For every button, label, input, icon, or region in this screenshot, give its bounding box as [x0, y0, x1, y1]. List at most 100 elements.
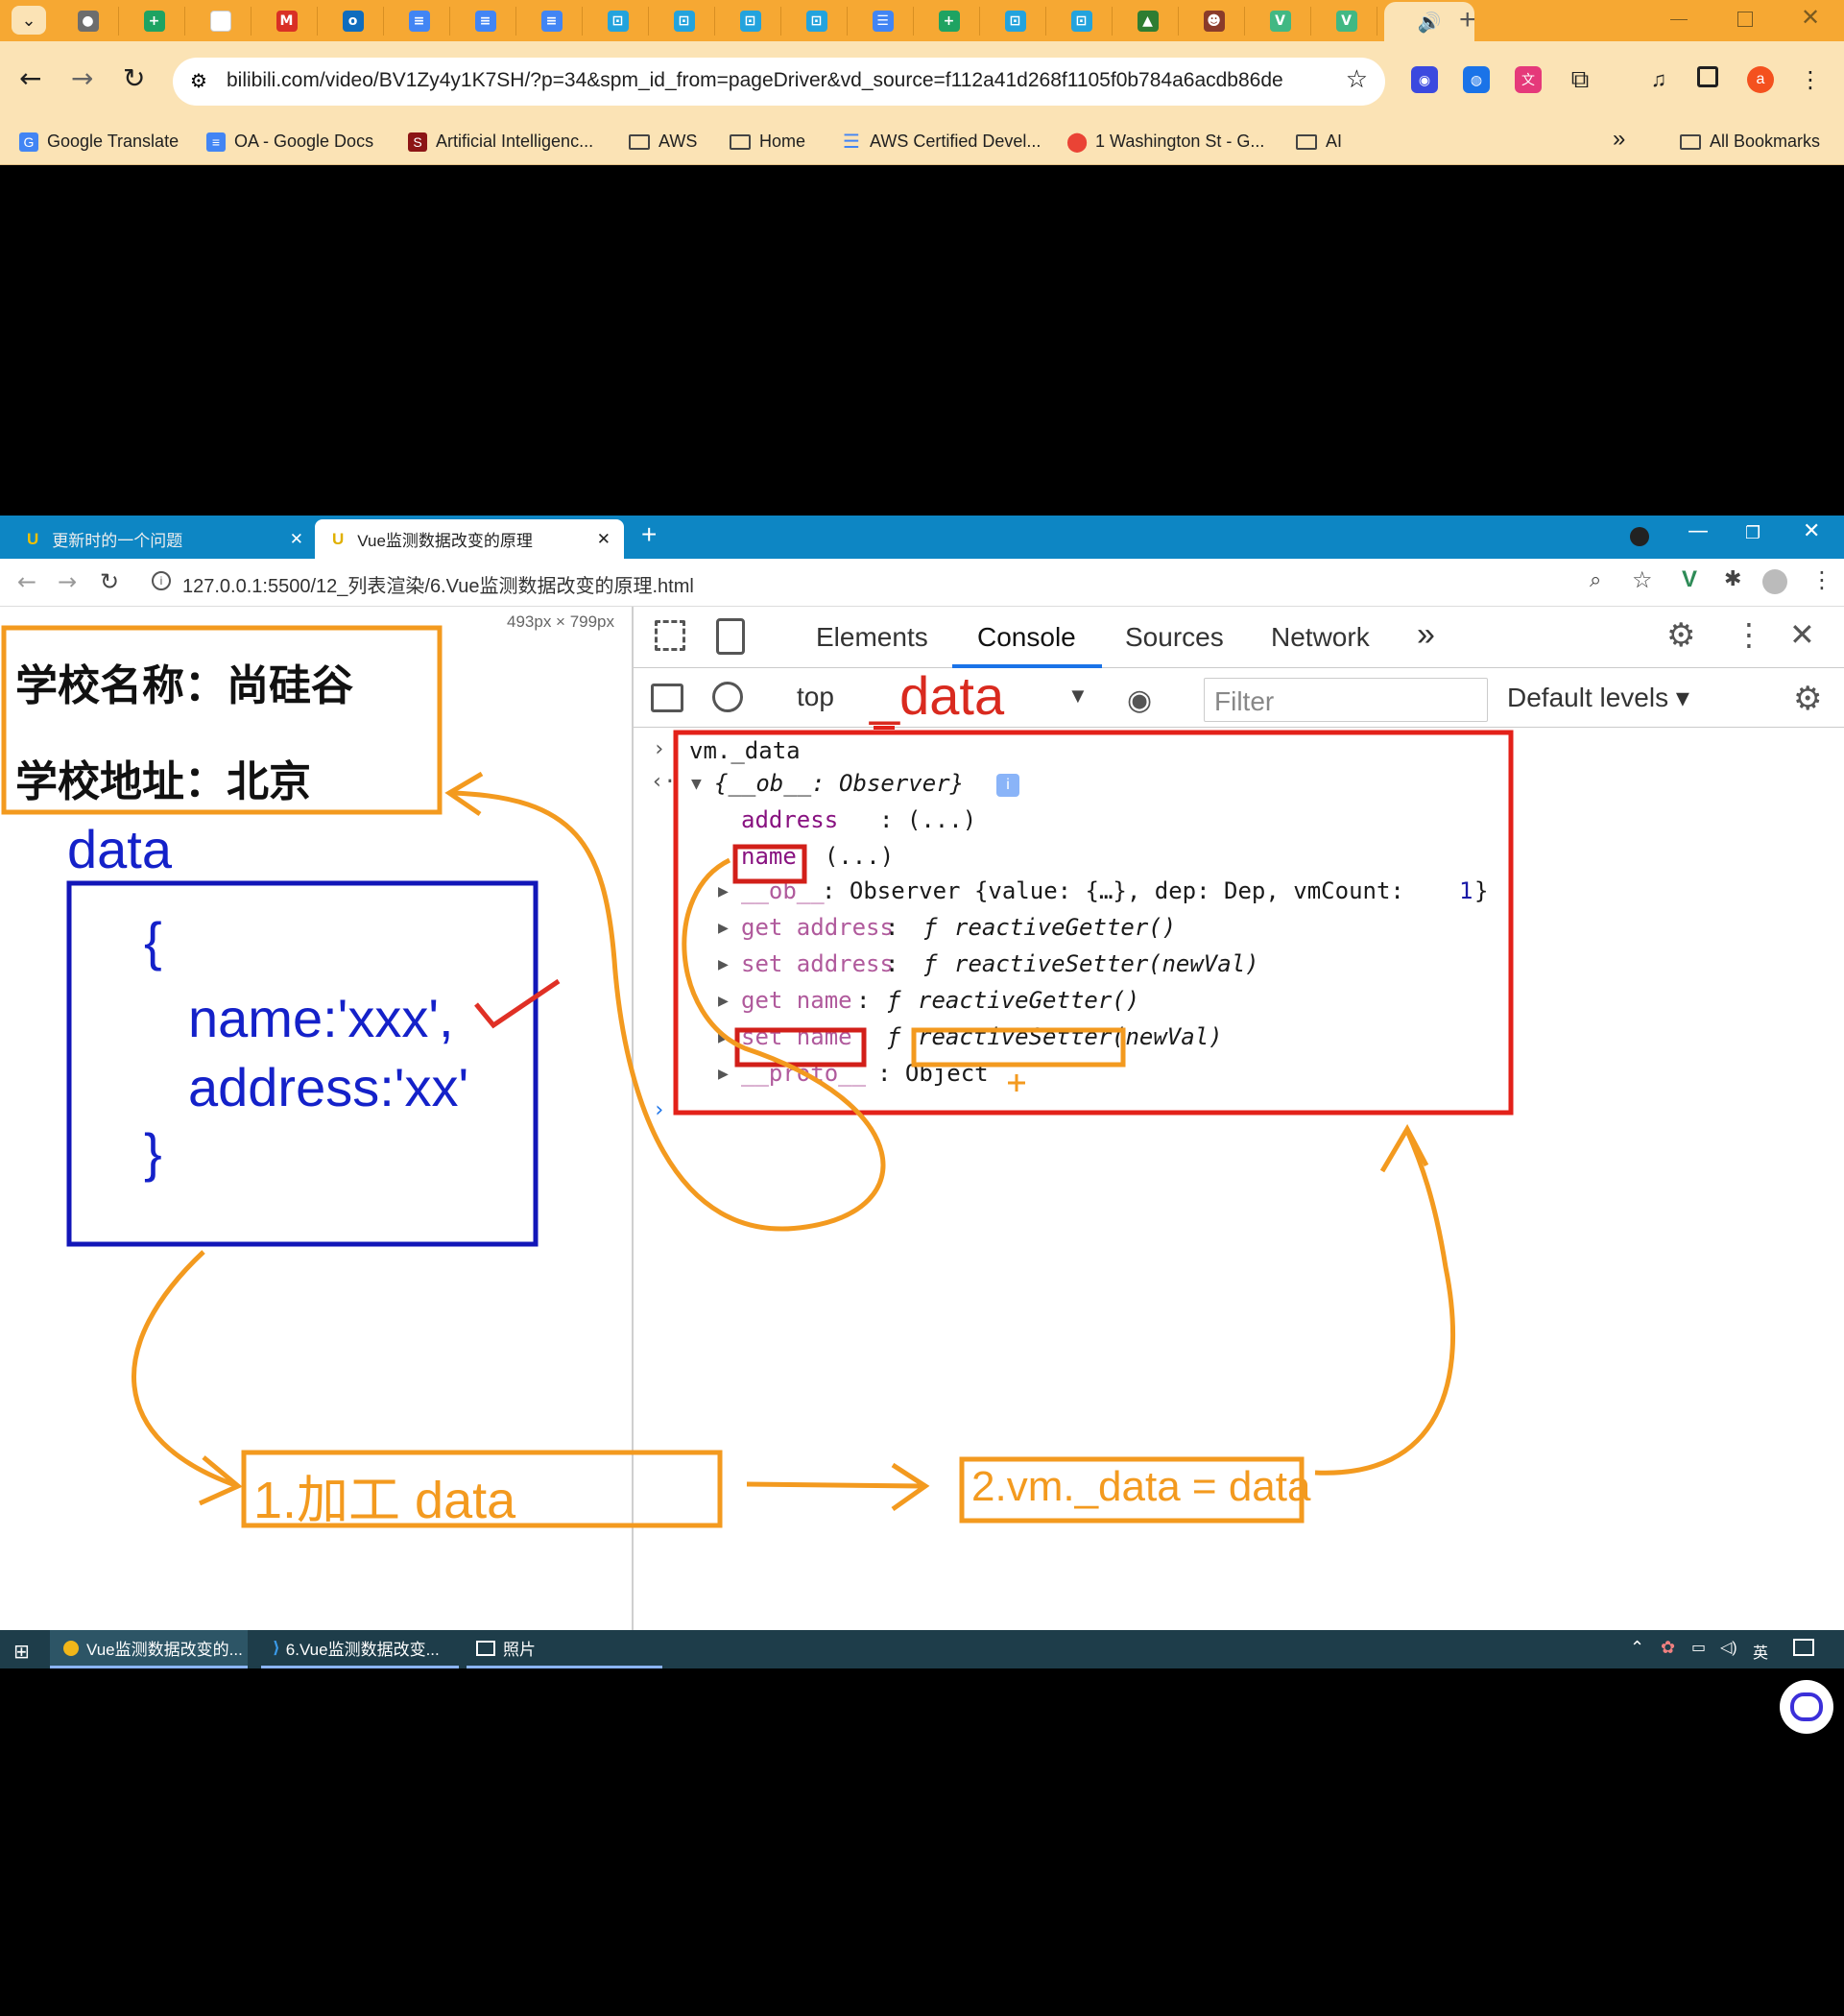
outer-tab[interactable]: +	[124, 7, 185, 36]
tray-app-icon[interactable]: ✿	[1661, 1638, 1675, 1658]
default-levels-dropdown[interactable]: Default levels ▾	[1507, 682, 1689, 713]
address-bar[interactable]: ⚙ bilibili.com/video/BV1Zy4y1K7SH/?p=34&…	[173, 58, 1385, 106]
inner-new-tab-button[interactable]: +	[641, 519, 657, 550]
expand-triangle[interactable]: ▶	[718, 954, 729, 974]
back-icon[interactable]: ←	[19, 62, 41, 94]
extensions-puzzle-icon[interactable]: ⧉	[1567, 64, 1593, 93]
inner-info-icon[interactable]: i	[152, 571, 171, 590]
volume-icon[interactable]: ◁)	[1720, 1638, 1737, 1657]
taskbar-item-chrome[interactable]: Vue监测数据改变的...	[50, 1630, 248, 1668]
inner-minimize-icon[interactable]: —	[1688, 519, 1709, 543]
expand-triangle[interactable]: ▶	[718, 991, 729, 1011]
outer-tab[interactable]: ⊡	[786, 7, 848, 36]
inner-tab-1[interactable]: U 更新时的一个问题 ✕	[0, 519, 315, 559]
close-devtools-icon[interactable]: ✕	[1789, 616, 1815, 653]
inner-profile-avatar[interactable]	[1762, 569, 1787, 594]
inner-close-icon[interactable]: ✕	[1803, 519, 1820, 543]
outer-tab[interactable]: ⊡	[985, 7, 1046, 36]
minimize-icon[interactable]	[1670, 19, 1688, 20]
taskbar-item-photos[interactable]: 照片	[467, 1630, 662, 1668]
inner-back-icon[interactable]: ←	[17, 568, 36, 595]
inspect-element-icon[interactable]	[655, 620, 685, 651]
inner-profile-icon[interactable]	[1630, 527, 1649, 546]
object-summary[interactable]: {__ob__: Observer}	[714, 770, 964, 797]
zoom-icon[interactable]: ⌕	[1590, 568, 1601, 592]
menu-icon[interactable]: ⋮	[1797, 66, 1824, 93]
bookmark-aws-certified[interactable]: ☰ AWS Certified Devel...	[842, 132, 1041, 153]
taskbar-item-vscode[interactable]: ⟩ 6.Vue监测数据改变...	[261, 1630, 459, 1668]
all-bookmarks[interactable]: All Bookmarks	[1680, 132, 1820, 152]
info-badge-icon[interactable]: i	[996, 774, 1019, 797]
speaker-icon[interactable]: 🔊	[1418, 11, 1442, 34]
vue-devtools-icon[interactable]: V	[1682, 566, 1697, 593]
bookmark-washington[interactable]: ⬤ 1 Washington St - G...	[1066, 132, 1265, 153]
assistant-bubble[interactable]	[1780, 1680, 1833, 1734]
outer-tab[interactable]: V	[1250, 7, 1311, 36]
inner-forward-icon[interactable]: →	[58, 568, 77, 595]
notification-icon[interactable]	[1793, 1639, 1814, 1656]
bookmark-star-icon[interactable]: ☆	[1346, 65, 1368, 94]
outer-tab[interactable]: M	[256, 7, 318, 36]
extension-icon-3[interactable]: 文	[1515, 66, 1542, 93]
outer-tab[interactable]: ≡	[455, 7, 516, 36]
side-panel-icon[interactable]	[1697, 66, 1718, 87]
clear-console-icon[interactable]	[712, 682, 743, 712]
devtools-menu-icon[interactable]: ⋮	[1734, 616, 1764, 653]
extension-icon-1[interactable]: ◉	[1411, 66, 1438, 93]
outer-tab[interactable]: ⊡	[720, 7, 781, 36]
bookmark-aws[interactable]: AWS	[629, 132, 697, 152]
outer-tab[interactable]: ⊡	[1051, 7, 1113, 36]
maximize-icon[interactable]	[1737, 12, 1753, 27]
close-window-icon[interactable]: ✕	[1801, 4, 1820, 32]
outer-tab[interactable]: ●	[58, 7, 119, 36]
settings-gear-icon[interactable]: ⚙	[1666, 616, 1695, 655]
expand-triangle[interactable]: ▶	[718, 1027, 729, 1047]
outer-tab[interactable]: ⊡	[587, 7, 649, 36]
console-settings-icon[interactable]: ⚙	[1793, 680, 1822, 718]
outer-tab[interactable]: ⊡	[654, 7, 715, 36]
inner-extensions-icon[interactable]: ✱	[1724, 567, 1741, 591]
outer-tab[interactable]: ≡	[521, 7, 583, 36]
expand-triangle[interactable]: ▶	[718, 918, 729, 938]
console-prompt-icon[interactable]: ›	[653, 1098, 665, 1122]
live-expression-eye-icon[interactable]: ◉	[1127, 684, 1152, 717]
more-tabs-button[interactable]: »	[1417, 616, 1435, 654]
reload-icon[interactable]: ↻	[123, 62, 145, 94]
outer-tab[interactable]: o	[323, 7, 384, 36]
extension-icon-2[interactable]: ◍	[1463, 66, 1490, 93]
bookmark-google-translate[interactable]: G Google Translate	[19, 132, 179, 152]
tray-chevron-icon[interactable]: ⌃	[1630, 1638, 1644, 1658]
inner-star-icon[interactable]: ☆	[1632, 566, 1653, 593]
inner-tab-2[interactable]: U Vue监测数据改变的原理 ✕	[315, 519, 624, 559]
sidebar-toggle-icon[interactable]	[651, 684, 683, 712]
context-selector[interactable]: top	[797, 682, 834, 712]
expand-triangle[interactable]: ▶	[718, 881, 729, 901]
outer-tab[interactable]: V	[1316, 7, 1377, 36]
bookmark-oa-docs[interactable]: ≡ OA - Google Docs	[206, 132, 373, 152]
tab-elements[interactable]: Elements	[816, 622, 928, 653]
profile-avatar[interactable]: a	[1747, 66, 1774, 93]
inner-restore-icon[interactable]: ❐	[1745, 523, 1760, 543]
outer-tab[interactable]: ☻	[1184, 7, 1245, 36]
prop-name-value[interactable]: : (...)	[797, 843, 894, 870]
outer-tab[interactable]: ☰	[852, 7, 914, 36]
tab-network[interactable]: Network	[1271, 622, 1370, 653]
context-dropdown-icon[interactable]: ▼	[1067, 684, 1089, 708]
tab-search-button[interactable]: ⌄	[12, 6, 46, 35]
close-tab-icon[interactable]: ✕	[597, 530, 611, 549]
bookmarks-overflow-button[interactable]: »	[1613, 126, 1625, 153]
tab-sources[interactable]: Sources	[1125, 622, 1224, 653]
prop-address-value[interactable]: : (...)	[879, 806, 976, 833]
outer-tab[interactable]	[190, 7, 251, 36]
expand-triangle[interactable]: ▶	[718, 1064, 729, 1084]
forward-icon[interactable]: →	[71, 62, 93, 94]
outer-tab[interactable]: ≡	[389, 7, 450, 36]
network-icon[interactable]: ▭	[1691, 1638, 1706, 1657]
close-tab-icon[interactable]: ✕	[290, 530, 303, 549]
tab-console[interactable]: Console	[977, 622, 1076, 653]
inner-menu-icon[interactable]: ⋮	[1810, 566, 1833, 594]
expand-triangle[interactable]: ▼	[691, 774, 702, 794]
outer-tab[interactable]: ▲	[1117, 7, 1179, 36]
bookmark-ai[interactable]: S Artificial Intelligenc...	[408, 132, 593, 152]
media-control-icon[interactable]: ♫	[1645, 66, 1672, 93]
